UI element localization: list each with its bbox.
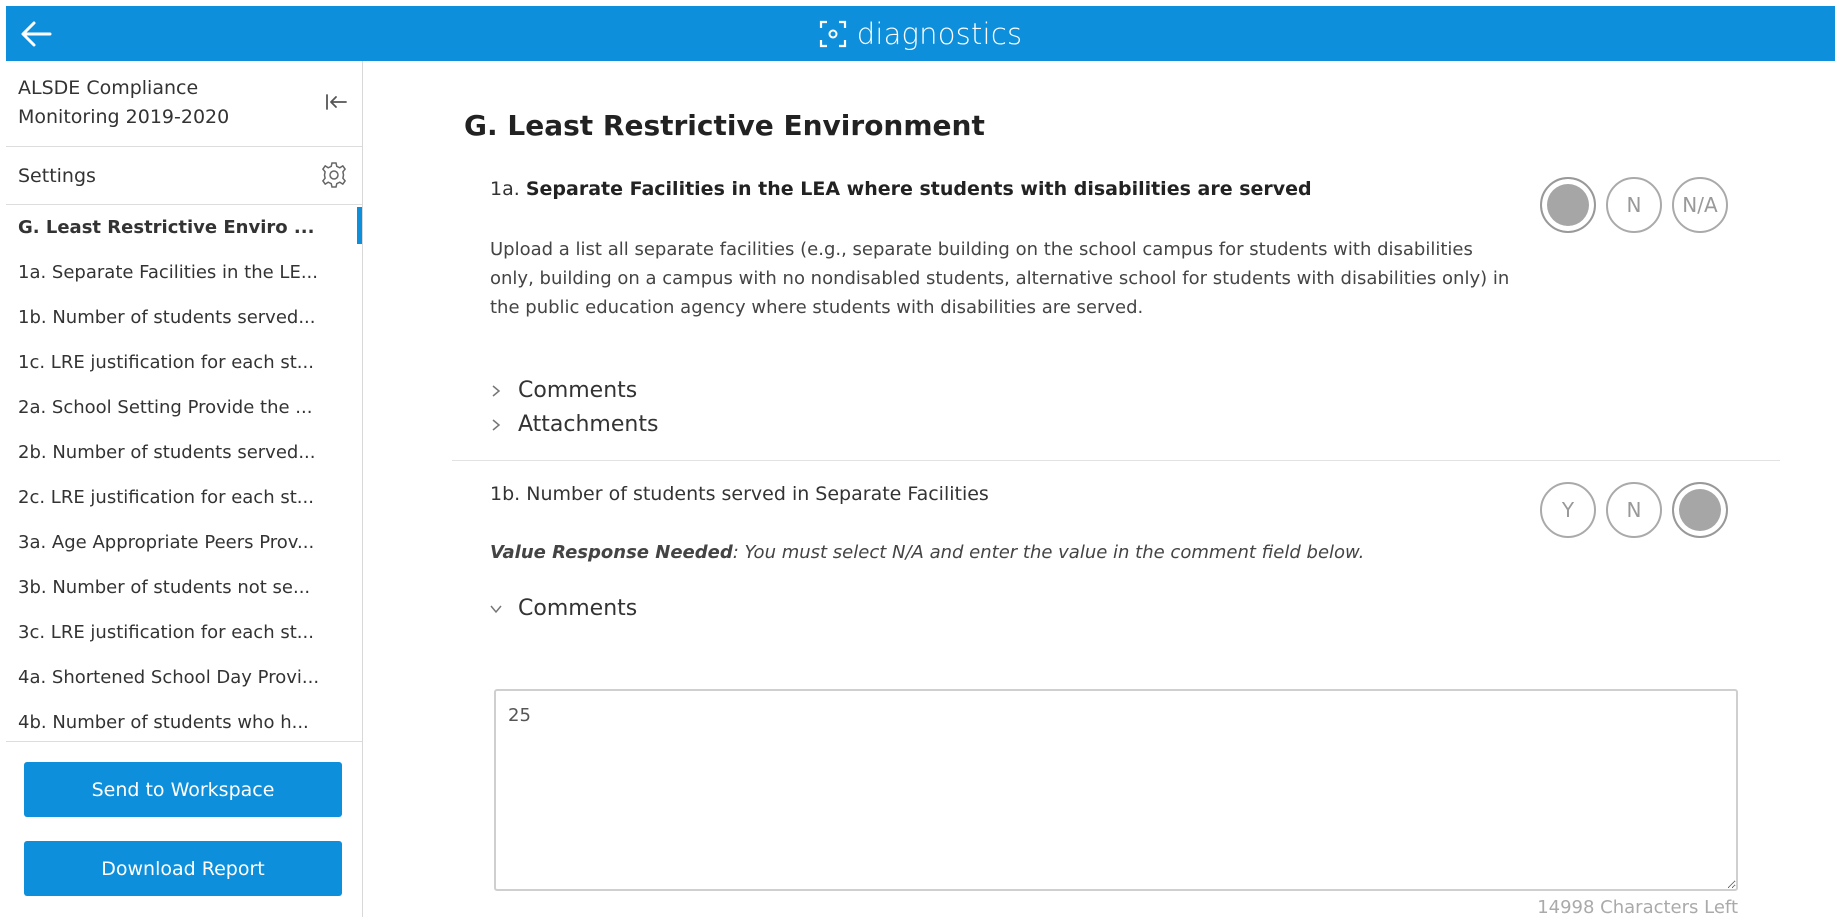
sidebar-actions: Send to Workspace Download Report [6,741,362,917]
sidebar-item-label: 3c. LRE justification for each st... [18,622,314,643]
gear-icon[interactable] [320,161,348,189]
sidebar-item-label: 1a. Separate Facilities in the LE... [18,262,318,283]
sidebar-item-3b[interactable]: 3b. Number of students not se... [6,565,362,610]
sidebar-item-label: 2c. LRE justification for each st... [18,487,314,508]
value-response-note: Value Response Needed: You must select N… [490,542,1364,563]
choice-na[interactable]: N/A [1672,177,1728,233]
sidebar-item-2b[interactable]: 2b. Number of students served... [6,430,362,475]
attachments-toggle[interactable]: Attachments [490,412,658,437]
sidebar-item-label: 1c. LRE justification for each st... [18,352,314,373]
sidebar-item-4b[interactable]: 4b. Number of students who h... [6,700,362,742]
attachments-label: Attachments [518,412,658,437]
sidebar-item-2c[interactable]: 2c. LRE justification for each st... [6,475,362,520]
diagnostics-logo-icon [819,20,847,48]
download-report-button[interactable]: Download Report [24,841,342,896]
choice-no[interactable]: N [1606,177,1662,233]
app-frame: diagnostics ALSDE Compliance Monitoring … [6,6,1835,917]
question-1b-heading: 1b. Number of students served in Separat… [490,483,989,505]
sidebar-item-3a[interactable]: 3a. Age Appropriate Peers Prov... [6,520,362,565]
comments-toggle[interactable]: Comments [490,596,637,621]
sidebar-item-label: 4b. Number of students who h... [18,712,309,733]
question-1a-description: Upload a list all separate facilities (e… [490,235,1520,322]
sidebar: ALSDE Compliance Monitoring 2019-2020 Se… [6,61,363,917]
brand: diagnostics [6,6,1835,61]
main-content: G. Least Restrictive Environment 1a. Sep… [364,61,1835,917]
sidebar-item-label: 3b. Number of students not se... [18,577,310,598]
sidebar-item-label: 2b. Number of students served... [18,442,316,463]
section-title: G. Least Restrictive Environment [464,109,985,142]
sidebar-item-3c[interactable]: 3c. LRE justification for each st... [6,610,362,655]
note-emphasis: Value Response Needed [490,542,733,563]
comments-label: Comments [518,596,637,621]
sidebar-title: ALSDE Compliance Monitoring 2019-2020 [18,74,298,132]
sidebar-item-label: 2a. School Setting Provide the ... [18,397,312,418]
chevron-down-icon [490,603,502,615]
question-title: Separate Facilities in the LEA where stu… [526,178,1312,200]
sidebar-item-label: 1b. Number of students served... [18,307,316,328]
sidebar-item-label: 3a. Age Appropriate Peers Prov... [18,532,314,553]
note-text: : You must select N/A and enter the valu… [733,542,1365,563]
sidebar-item-label: G. Least Restrictive Enviro ... [18,217,314,238]
comment-textarea[interactable]: 25 [494,689,1738,891]
sidebar-item-1c[interactable]: 1c. LRE justification for each st... [6,340,362,385]
collapse-sidebar-icon[interactable] [324,92,348,112]
question-1a-choices: N N/A [1540,177,1728,233]
sidebar-header: ALSDE Compliance Monitoring 2019-2020 [6,61,362,147]
question-number: 1a. [490,178,520,200]
characters-left: 14998 Characters Left [1537,897,1738,918]
choice-yes[interactable] [1540,177,1596,233]
choice-na[interactable] [1672,482,1728,538]
sidebar-item-1a[interactable]: 1a. Separate Facilities in the LE... [6,250,362,295]
send-to-workspace-button[interactable]: Send to Workspace [24,762,342,817]
top-bar: diagnostics [6,6,1835,61]
question-1b-choices: Y N [1540,482,1728,538]
sidebar-item-2a[interactable]: 2a. School Setting Provide the ... [6,385,362,430]
question-1a-heading: 1a. Separate Facilities in the LEA where… [490,178,1312,200]
sidebar-nav: G. Least Restrictive Enviro ... 1a. Sepa… [6,205,362,742]
sidebar-item-1b[interactable]: 1b. Number of students served... [6,295,362,340]
question-divider [452,460,1780,461]
sidebar-item-section-g[interactable]: G. Least Restrictive Enviro ... [6,205,362,250]
sidebar-item-label: 4a. Shortened School Day Provi... [18,667,319,688]
choice-yes[interactable]: Y [1540,482,1596,538]
brand-text: diagnostics [857,17,1023,51]
settings-row[interactable]: Settings [6,147,362,205]
comments-label: Comments [518,378,637,403]
sidebar-item-4a[interactable]: 4a. Shortened School Day Provi... [6,655,362,700]
chevron-right-icon [490,419,502,431]
comments-toggle[interactable]: Comments [490,378,637,403]
settings-label: Settings [18,165,96,187]
chevron-right-icon [490,385,502,397]
choice-no[interactable]: N [1606,482,1662,538]
